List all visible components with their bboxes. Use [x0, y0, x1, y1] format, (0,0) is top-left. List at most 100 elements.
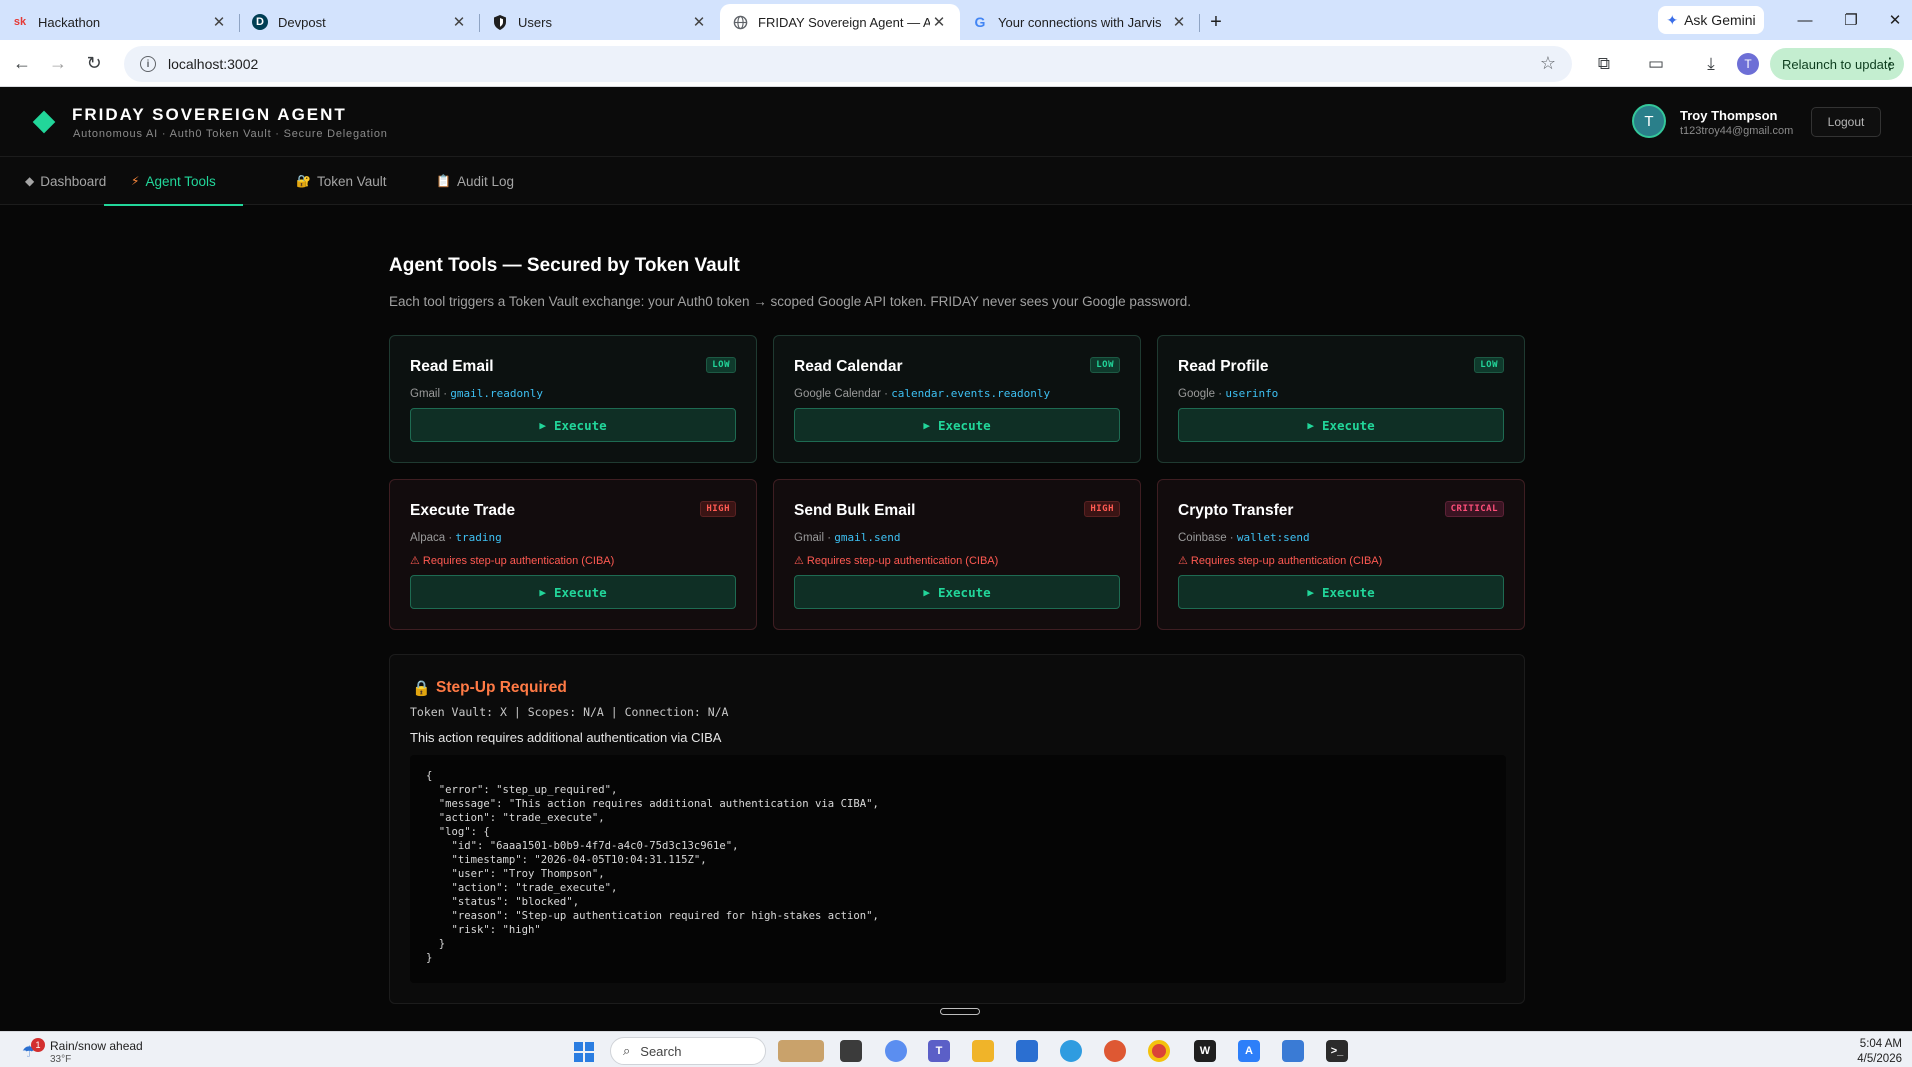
lightning-icon: ⚡ — [131, 174, 140, 188]
play-icon: ▶ — [539, 585, 546, 599]
tool-scope: wallet:send — [1236, 531, 1310, 544]
app-store-icon[interactable]: A — [1238, 1040, 1260, 1062]
globe-icon — [732, 14, 748, 30]
risk-badge: LOW — [706, 357, 736, 373]
search-icon: ⌕ — [623, 1043, 631, 1058]
chrome-icon[interactable] — [1148, 1040, 1170, 1062]
browser-tab-users[interactable]: Users ✕ — [480, 4, 720, 40]
more-menu-icon[interactable]: ⋮ — [1882, 54, 1898, 74]
execute-label: Execute — [937, 417, 991, 433]
service-name: Gmail — [410, 388, 441, 400]
new-tab-button[interactable]: + — [1200, 4, 1232, 40]
ask-gemini-label: Ask Gemini — [1684, 12, 1756, 28]
execute-button[interactable]: ▶ Execute — [1178, 408, 1504, 442]
execute-button[interactable]: ▶ Execute — [794, 408, 1120, 442]
logout-button[interactable]: Logout — [1811, 107, 1881, 137]
widgets-icon[interactable] — [778, 1040, 824, 1062]
browser-tab-devpost[interactable]: D Devpost ✕ — [240, 4, 480, 40]
user-avatar: T — [1632, 104, 1666, 138]
risk-badge: LOW — [1474, 357, 1504, 373]
os-taskbar: ☂ 1 Rain/snow ahead 33°F ⌕ Search T W A … — [0, 1031, 1912, 1067]
tab-token-vault[interactable]: 🔐 Token Vault — [296, 157, 387, 205]
ask-gemini-button[interactable]: ✦ Ask Gemini — [1658, 6, 1764, 34]
play-icon: ▶ — [539, 418, 546, 432]
tool-scope: trading — [455, 531, 502, 544]
back-arrow-icon[interactable]: ← — [4, 45, 40, 81]
relaunch-to-update-button[interactable]: Relaunch to update ⋮ — [1770, 48, 1904, 80]
close-icon[interactable]: ✕ — [930, 13, 948, 31]
browser-tab-jarvis[interactable]: G Your connections with Jarvis ✕ — [960, 4, 1200, 40]
tool-scope: gmail.send — [834, 531, 901, 544]
user-email: t123troy44@gmail.com — [1680, 125, 1794, 137]
tab-search-icon[interactable]: ▭ — [1642, 50, 1670, 78]
notepad-icon[interactable] — [1282, 1040, 1304, 1062]
tool-name: Execute Trade — [410, 502, 516, 519]
tool-service: Google · userinfo — [1178, 387, 1279, 400]
close-icon[interactable]: ✕ — [450, 13, 468, 31]
step-up-message: This action requires additional authenti… — [410, 730, 722, 745]
close-icon[interactable]: ✕ — [690, 13, 708, 31]
minimize-icon[interactable]: — — [1790, 8, 1820, 32]
tab-label: Token Vault — [316, 173, 387, 189]
execute-button[interactable]: ▶ Execute — [410, 575, 736, 609]
tool-name: Crypto Transfer — [1178, 502, 1294, 519]
risk-badge: CRITICAL — [1444, 501, 1504, 517]
tab-agent-tools[interactable]: ⚡ Agent Tools — [104, 157, 243, 206]
system-clock[interactable]: 5:04 AM 4/5/2026 — [1857, 1037, 1902, 1067]
close-icon[interactable]: ✕ — [210, 13, 228, 31]
search-label: Search — [640, 1043, 682, 1059]
tab-separator — [1199, 14, 1200, 32]
browser-tab-friday[interactable]: FRIDAY Sovereign Agent — Aut ✕ — [720, 4, 960, 40]
edge-beta-icon[interactable] — [1060, 1040, 1082, 1062]
window-close-icon[interactable]: ✕ — [1880, 8, 1910, 32]
windows-start-icon[interactable] — [574, 1042, 594, 1062]
bookmark-star-icon[interactable]: ☆ — [1540, 53, 1556, 74]
sparkle-icon: ✦ — [1666, 11, 1679, 28]
download-icon[interactable]: ⤓ — [1697, 50, 1725, 78]
response-json-box: { "error": "step_up_required", "message"… — [410, 755, 1506, 983]
execute-button[interactable]: ▶ Execute — [410, 408, 736, 442]
google-favicon-icon: G — [974, 14, 986, 30]
address-bar[interactable]: i localhost:3002 ☆ — [124, 46, 1572, 82]
weather-title[interactable]: Rain/snow ahead — [50, 1039, 143, 1053]
close-icon[interactable]: ✕ — [1170, 13, 1188, 31]
lock-icon: 🔒 — [412, 680, 431, 697]
teams-icon[interactable]: T — [928, 1040, 950, 1062]
notion-icon[interactable]: W — [1194, 1040, 1216, 1062]
step-up-panel: 🔒 Step-Up Required Token Vault: X | Scop… — [389, 654, 1525, 1004]
extensions-icon[interactable]: ⧉ — [1590, 50, 1618, 78]
browser-tab-hackathon[interactable]: sk Hackathon ✕ — [0, 4, 240, 40]
tab-dashboard[interactable]: ◆ Dashboard — [25, 157, 106, 205]
devpost-favicon-icon: D — [252, 14, 268, 30]
reload-icon[interactable]: ↻ — [76, 45, 112, 81]
execute-button[interactable]: ▶ Execute — [1178, 575, 1504, 609]
tab-title: Your connections with Jarvis — [998, 14, 1162, 30]
taskbar-search[interactable]: ⌕ Search — [610, 1037, 766, 1065]
copilot-icon[interactable] — [885, 1040, 907, 1062]
store-icon[interactable] — [1016, 1040, 1038, 1062]
tool-name: Read Email — [410, 358, 494, 375]
play-icon: ▶ — [923, 585, 930, 599]
brand-subtitle: Autonomous AI · Auth0 Token Vault · Secu… — [73, 128, 388, 140]
duckduckgo-icon[interactable] — [1104, 1040, 1126, 1062]
tool-service: Gmail · gmail.readonly — [410, 387, 543, 400]
file-explorer-icon[interactable] — [972, 1040, 994, 1062]
tool-card-send-bulk-email: Send Bulk Email HIGH Gmail · gmail.send … — [773, 479, 1141, 630]
tab-audit-log[interactable]: 📋 Audit Log — [436, 157, 514, 205]
tool-card-crypto-transfer: Crypto Transfer CRITICAL Coinbase · wall… — [1157, 479, 1525, 630]
tool-card-read-email: Read Email LOW Gmail · gmail.readonly ▶ E… — [389, 335, 757, 463]
tool-service: Alpaca · trading — [410, 531, 502, 544]
browser-profile-avatar[interactable]: T — [1737, 53, 1759, 75]
forward-arrow-icon[interactable]: → — [40, 45, 76, 81]
clock-time: 5:04 AM — [1859, 1038, 1902, 1050]
restore-icon[interactable]: ❐ — [1836, 8, 1866, 32]
logo-diamond-icon — [32, 110, 56, 134]
url-text: localhost:3002 — [168, 56, 259, 72]
token-vault-meta: Token Vault: X | Scopes: N/A | Connectio… — [410, 705, 729, 719]
task-view-icon[interactable] — [840, 1040, 862, 1062]
terminal-icon[interactable]: >_ — [1326, 1040, 1348, 1062]
execute-label: Execute — [553, 417, 607, 433]
site-info-icon[interactable]: i — [140, 56, 156, 72]
scroll-indicator[interactable] — [940, 1008, 980, 1015]
execute-button[interactable]: ▶ Execute — [794, 575, 1120, 609]
